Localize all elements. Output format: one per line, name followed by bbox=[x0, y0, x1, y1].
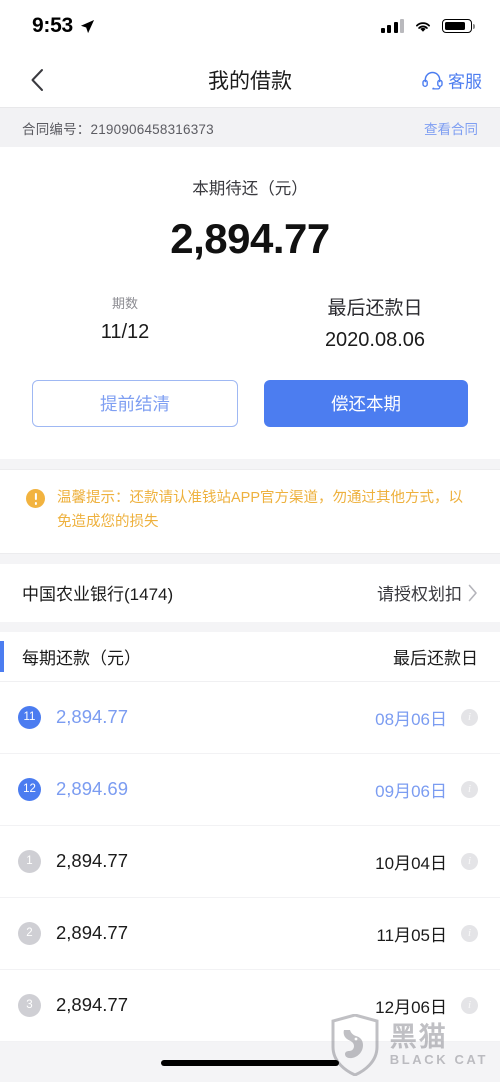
row-date: 10月04日 bbox=[375, 853, 447, 873]
cellular-signal-icon bbox=[380, 19, 404, 33]
schedule-amount-header: 每期还款（元） bbox=[22, 648, 141, 668]
status-bar-right bbox=[380, 19, 475, 34]
customer-service-button[interactable]: 客服 bbox=[422, 67, 482, 92]
bank-action-group[interactable]: 请授权划扣 bbox=[377, 580, 478, 605]
bank-name: 中国农业银行(1474) bbox=[22, 585, 174, 605]
schedule-rows: 11 2,894.77 08月06日 i 12 2,894.69 09月06日 i 1 2,894… bbox=[0, 682, 500, 1042]
due-amount: 2,894.77 bbox=[170, 215, 330, 262]
period-column: 期数 11/12 bbox=[0, 293, 250, 352]
home-indicator bbox=[161, 1060, 339, 1066]
schedule-date-header: 最后还款日 bbox=[393, 648, 478, 668]
headset-icon bbox=[422, 71, 443, 89]
info-circle-icon[interactable]: i bbox=[461, 852, 478, 870]
row-date: 09月06日 bbox=[375, 781, 447, 801]
repay-current-button[interactable]: 偿还本期 bbox=[264, 380, 468, 427]
row-date: 11月05日 bbox=[376, 925, 447, 945]
period-badge: 1 bbox=[18, 849, 41, 873]
final-date-label: 最后还款日 bbox=[327, 298, 423, 319]
row-amount: 2,894.77 bbox=[56, 850, 129, 872]
info-circle-icon[interactable]: i bbox=[461, 780, 478, 798]
row-date: 08月06日 bbox=[375, 709, 447, 729]
table-row[interactable]: 2 2,894.77 11月05日 i bbox=[0, 898, 500, 970]
chevron-right-icon bbox=[468, 584, 477, 602]
info-circle-icon[interactable]: i bbox=[461, 708, 478, 726]
warning-text: 温馨提示：还款请认准钱站APP官方渠道，勿通过其他方式，以免造成您的损失 bbox=[57, 490, 464, 530]
black-cat-watermark: 黑猫 BLACK CAT bbox=[329, 1014, 488, 1076]
period-badge: 11 bbox=[18, 705, 41, 729]
status-time: 9:53 bbox=[32, 14, 73, 37]
bank-action-label: 请授权划扣 bbox=[377, 585, 462, 605]
contract-number: 2190906458316373 bbox=[90, 121, 214, 137]
summary-columns: 期数 11/12 最后还款日 2020.08.06 bbox=[0, 293, 500, 352]
back-button[interactable] bbox=[20, 63, 54, 97]
contract-number-group: 合同编号：2190906458316373 bbox=[22, 118, 214, 138]
phone-screen: 9:53 我的借款 客服 合同编号：2190906458316373 查看合同 … bbox=[0, 0, 500, 1082]
final-date-value: 2020.08.06 bbox=[324, 329, 426, 351]
settle-early-button[interactable]: 提前结清 bbox=[32, 380, 238, 427]
info-circle-icon[interactable]: i bbox=[461, 996, 478, 1014]
table-row[interactable]: 12 2,894.69 09月06日 i bbox=[0, 754, 500, 826]
period-label: 期数 bbox=[111, 296, 138, 311]
row-amount: 2,894.69 bbox=[56, 778, 129, 800]
period-badge: 2 bbox=[18, 921, 41, 945]
location-arrow-icon bbox=[80, 19, 94, 33]
table-row[interactable]: 11 2,894.77 08月06日 i bbox=[0, 682, 500, 754]
row-amount: 2,894.77 bbox=[56, 994, 129, 1016]
watermark-cn: 黑猫 bbox=[389, 1022, 448, 1053]
contract-label: 合同编号： bbox=[22, 121, 91, 137]
repayment-schedule: 每期还款（元） 最后还款日 11 2,894.77 08月06日 i 12 2,894.6… bbox=[0, 631, 500, 1042]
wifi-icon bbox=[416, 21, 430, 32]
contract-bar: 合同编号：2190906458316373 查看合同 bbox=[0, 107, 500, 147]
due-label: 本期待还（元） bbox=[192, 180, 308, 198]
bank-card-row[interactable]: 中国农业银行(1474) 请授权划扣 bbox=[0, 563, 500, 622]
black-cat-shield-icon bbox=[331, 1014, 379, 1076]
final-date-column: 最后还款日 2020.08.06 bbox=[250, 293, 500, 352]
view-contract-link[interactable]: 查看合同 bbox=[424, 118, 478, 138]
row-amount: 2,894.77 bbox=[56, 706, 129, 728]
period-badge: 12 bbox=[18, 777, 41, 801]
info-circle-icon[interactable]: i bbox=[461, 924, 478, 942]
table-row[interactable]: 1 2,894.77 10月04日 i bbox=[0, 826, 500, 898]
summary-card: 本期待还（元） 2,894.77 期数 11/12 最后还款日 2020.08.… bbox=[0, 147, 500, 459]
watermark-text: 黑猫 BLACK CAT bbox=[389, 1022, 488, 1067]
nav-bar: 我的借款 客服 bbox=[0, 52, 500, 107]
customer-service-label: 客服 bbox=[448, 72, 482, 91]
action-buttons: 提前结清 偿还本期 bbox=[0, 352, 500, 435]
period-value: 11/12 bbox=[100, 321, 150, 343]
row-amount: 2,894.77 bbox=[56, 922, 129, 944]
period-badge: 3 bbox=[18, 993, 41, 1017]
status-bar-left: 9:53 bbox=[32, 14, 95, 38]
warning-banner: 温馨提示：还款请认准钱站APP官方渠道，勿通过其他方式，以免造成您的损失 bbox=[0, 469, 500, 554]
battery-icon bbox=[442, 19, 475, 33]
chevron-left-icon bbox=[31, 68, 43, 91]
exclamation-circle-icon bbox=[26, 489, 45, 508]
status-bar: 9:53 bbox=[0, 0, 500, 52]
schedule-header: 每期还款（元） 最后还款日 bbox=[0, 632, 500, 682]
watermark-en: BLACK CAT bbox=[389, 1051, 488, 1067]
